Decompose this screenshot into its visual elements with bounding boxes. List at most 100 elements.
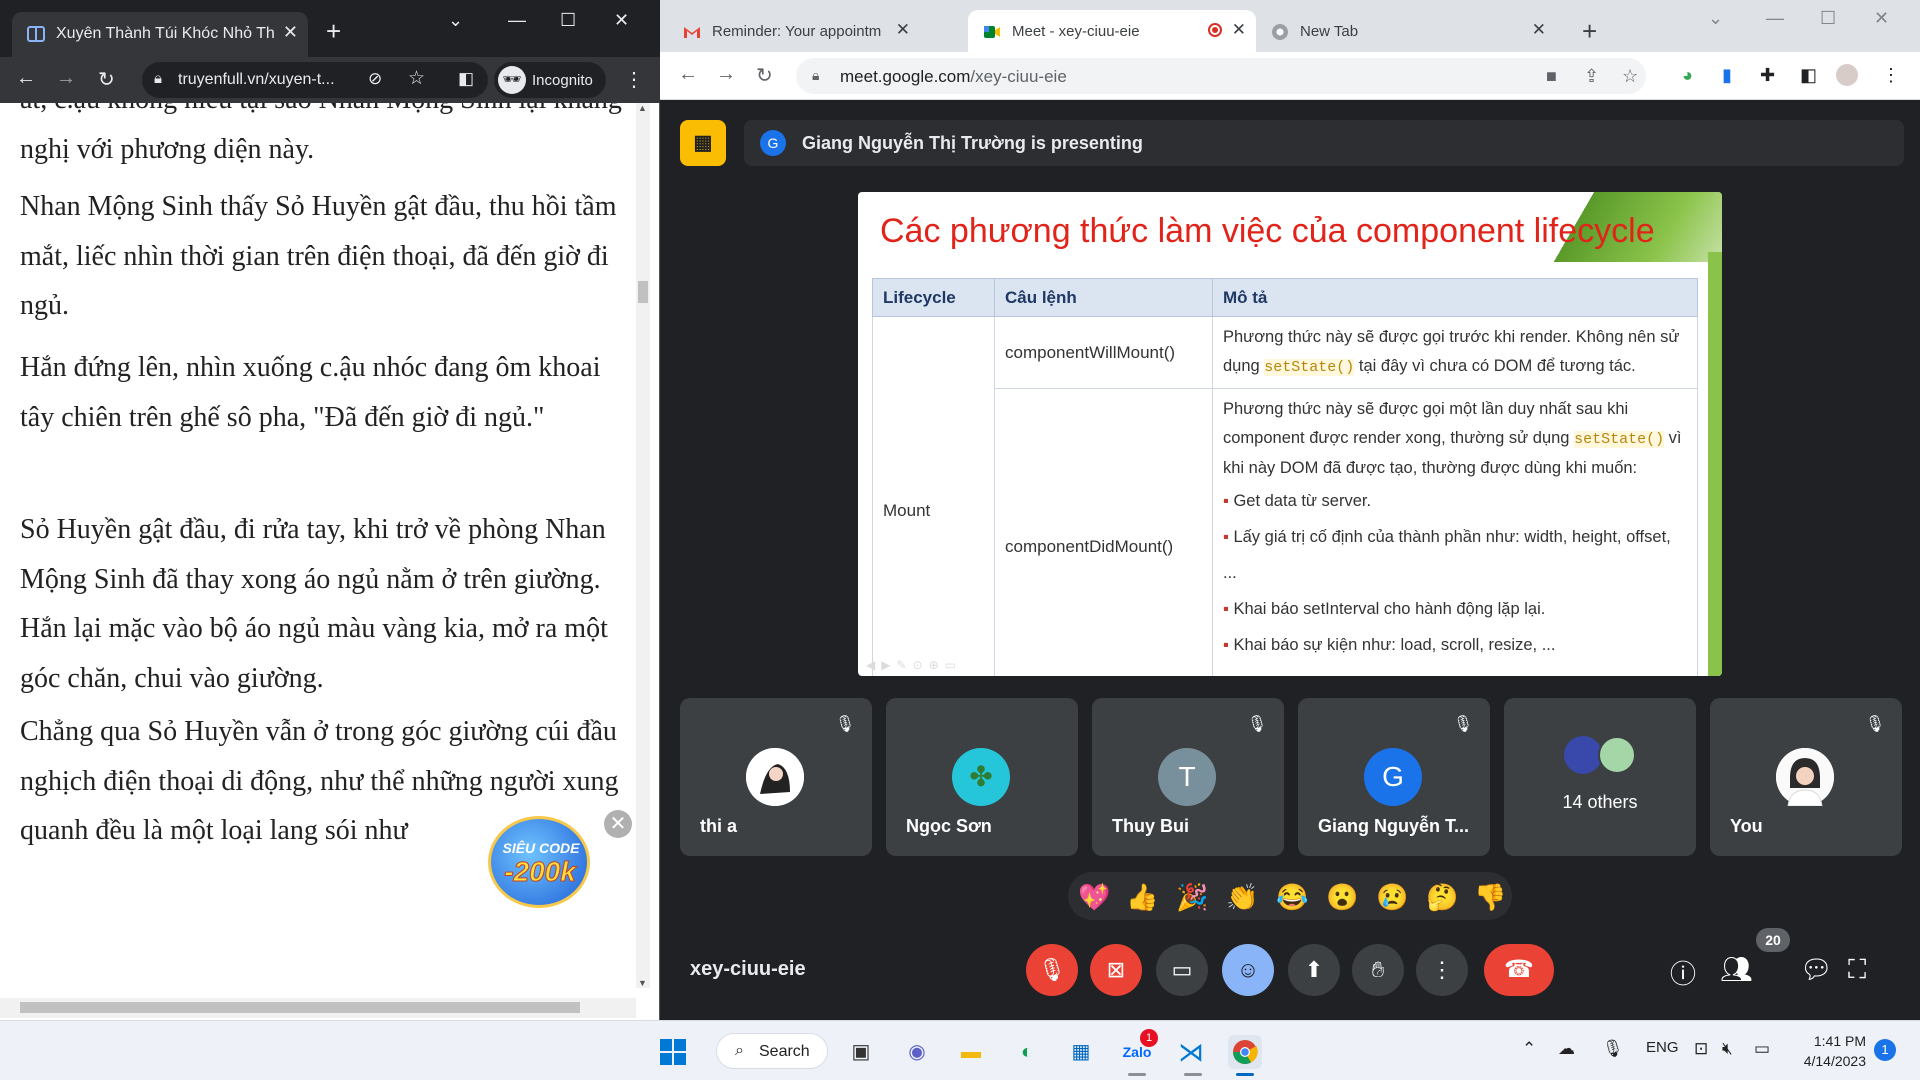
tab-gmail[interactable]: Reminder: Your appointment is o ✕	[668, 10, 920, 54]
store-icon[interactable]: ▦	[1064, 1035, 1098, 1069]
forward-icon[interactable]: →	[56, 67, 76, 90]
chrome-icon	[1233, 1040, 1258, 1065]
close-tab-icon[interactable]: ✕	[1232, 20, 1246, 40]
chrome-taskbar-icon[interactable]	[1228, 1035, 1262, 1069]
stop-presenting-icon[interactable]: ▦	[680, 120, 726, 166]
tab-search-icon[interactable]: ⌄	[1708, 8, 1723, 29]
participant-tile-thi-a[interactable]: 🎙︎ thi a	[680, 698, 872, 856]
show-hidden-icons-icon[interactable]: ⌃	[1522, 1039, 1536, 1059]
present-button[interactable]: ⬆	[1288, 944, 1340, 996]
participant-tile-thuy-bui[interactable]: 🎙︎ T Thuy Bui	[1092, 698, 1284, 856]
reaction-thumbs-down[interactable]: 👎	[1474, 882, 1506, 913]
menu-icon[interactable]: ⋮	[1882, 65, 1900, 86]
back-icon[interactable]: ←	[678, 63, 698, 86]
new-tab-button[interactable]: +	[326, 18, 341, 44]
reaction-sad[interactable]: 😢	[1376, 882, 1408, 913]
reaction-clap[interactable]: 👏	[1226, 882, 1258, 913]
close-tab-icon[interactable]: ✕	[896, 20, 910, 40]
close-tab-icon[interactable]: ✕	[1532, 20, 1546, 40]
table-row: Mount componentWillMount() Phương thức n…	[872, 316, 1698, 676]
side-panel-icon[interactable]: ◧	[1800, 65, 1817, 86]
table-header: Câu lệnh	[994, 278, 1213, 317]
start-button[interactable]	[656, 1035, 690, 1069]
camera-icon[interactable]: ■	[1546, 66, 1557, 87]
scroll-thumb[interactable]	[20, 1002, 580, 1013]
reload-icon[interactable]: ↻	[98, 67, 115, 92]
side-panel-icon[interactable]: ◧	[458, 69, 474, 89]
back-icon[interactable]: ←	[16, 67, 36, 90]
reaction-heart[interactable]: 💖	[1078, 882, 1110, 913]
teams-chat-icon[interactable]: ◉	[900, 1035, 934, 1069]
minimize-button[interactable]: —	[1766, 8, 1784, 29]
taskbar-search[interactable]: ⌕ Search	[716, 1033, 828, 1069]
tab-new-tab[interactable]: New Tab ✕	[1256, 10, 1556, 54]
mic-off-button[interactable]: 🎙︎	[1026, 944, 1078, 996]
camera-off-button[interactable]: ⊠	[1090, 944, 1142, 996]
close-tab-icon[interactable]: ✕	[283, 22, 298, 43]
reactions-button[interactable]: ☺	[1222, 944, 1274, 996]
leave-call-button[interactable]: ☎︎	[1484, 944, 1554, 996]
reaction-thinking[interactable]: 🤔	[1426, 882, 1458, 913]
raise-hand-button[interactable]: ✋︎	[1352, 944, 1404, 996]
new-tab-button[interactable]: +	[1582, 16, 1597, 47]
close-window-button[interactable]: ✕	[614, 10, 629, 31]
maximize-button[interactable]: ☐	[1820, 8, 1836, 29]
share-icon[interactable]: ⇪	[1584, 66, 1599, 87]
language-indicator[interactable]: ENG	[1646, 1039, 1679, 1056]
scroll-up-arrow[interactable]: ▲	[638, 103, 647, 113]
address-bar[interactable]: 🔒︎ truyenfull.vn/xuyen-t... ⊘ ☆	[142, 62, 488, 98]
tab-search-icon[interactable]: ⌄	[448, 10, 463, 31]
close-promo-icon[interactable]: ✕	[604, 810, 632, 838]
slide-viewer-controls[interactable]: ◀▶✎⊙⊕▭	[866, 658, 998, 674]
participant-tile-giang[interactable]: 🎙︎ G Giang Nguyễn T...	[1298, 698, 1490, 856]
more-options-button[interactable]: ⋮	[1416, 944, 1468, 996]
maximize-button[interactable]: ☐	[560, 10, 576, 31]
participant-tile-others[interactable]: 14 others	[1504, 698, 1696, 856]
incognito-badge[interactable]: 🕶︎ Incognito	[494, 62, 606, 98]
captions-button[interactable]: ▭	[1156, 944, 1208, 996]
task-view-button[interactable]: ▣	[844, 1035, 878, 1069]
extension-drop-icon[interactable]: ▮	[1722, 65, 1732, 86]
chat-icon[interactable]: 💬︎	[1800, 954, 1833, 985]
reaction-party[interactable]: 🎉	[1176, 882, 1208, 913]
minimize-button[interactable]: —	[508, 10, 526, 31]
close-window-button[interactable]: ✕	[1874, 8, 1889, 29]
microphone-icon[interactable]: 🎙︎	[1602, 1039, 1624, 1059]
promo-code-badge[interactable]: SIÊU CODE -200k	[488, 810, 600, 910]
clock[interactable]: 1:41 PM 4/14/2023	[1796, 1031, 1866, 1071]
menu-icon[interactable]: ⋮	[624, 67, 644, 92]
tab-novel[interactable]: Xuyên Thành Túi Khóc Nhỏ Thích ✕	[12, 12, 308, 62]
reaction-surprised[interactable]: 😮	[1326, 882, 1358, 913]
tracking-blocked-icon[interactable]: ⊘	[368, 69, 382, 89]
network-icon[interactable]: ⊡	[1694, 1039, 1708, 1059]
participant-tile-ngoc-son[interactable]: ✤ Ngọc Sơn	[886, 698, 1078, 856]
file-explorer-icon[interactable]: ▬	[954, 1035, 988, 1069]
horizontal-scrollbar[interactable]	[0, 998, 636, 1018]
notification-badge[interactable]: 1	[1874, 1039, 1896, 1061]
address-bar[interactable]: 🔒︎ meet.google.com/xey-ciuu-eie ■ ⇪ ☆	[796, 58, 1646, 94]
activities-icon[interactable]: ⛶	[1848, 954, 1866, 986]
participant-tile-you[interactable]: 🎙︎ You	[1710, 698, 1902, 856]
meeting-info-icon[interactable]: ⓘ	[1670, 954, 1696, 991]
battery-icon[interactable]: ▭	[1754, 1039, 1770, 1059]
bookmark-star-icon[interactable]: ☆	[1622, 66, 1638, 87]
reaction-laugh[interactable]: 😂	[1276, 882, 1308, 913]
forward-icon[interactable]: →	[716, 63, 736, 86]
scroll-thumb[interactable]	[638, 281, 648, 303]
clock-date: 4/14/2023	[1803, 1053, 1866, 1069]
profile-avatar[interactable]	[1836, 64, 1858, 86]
reaction-thumbs-up[interactable]: 👍	[1126, 882, 1158, 913]
reload-icon[interactable]: ↻	[756, 63, 773, 88]
people-icon[interactable]: 👥︎	[1720, 954, 1753, 985]
onedrive-offline-icon[interactable]: ☁	[1558, 1039, 1575, 1059]
bookmark-star-icon[interactable]: ☆	[408, 67, 425, 90]
promo-line2: -200k	[504, 856, 577, 888]
extension-color-icon[interactable]: ◕	[1682, 65, 1693, 86]
edge-icon[interactable]: ◐	[1010, 1035, 1044, 1069]
vscode-icon[interactable]: ⋊	[1174, 1035, 1208, 1069]
scroll-down-arrow[interactable]: ▼	[638, 978, 647, 988]
tab-meet[interactable]: Meet - xey-ciuu-eie ✕	[968, 10, 1256, 54]
extensions-puzzle-icon[interactable]: ✚	[1760, 65, 1775, 86]
vertical-scrollbar[interactable]: ▲ ▼	[636, 103, 650, 988]
volume-muted-icon[interactable]: 🔇︎	[1722, 1039, 1733, 1059]
